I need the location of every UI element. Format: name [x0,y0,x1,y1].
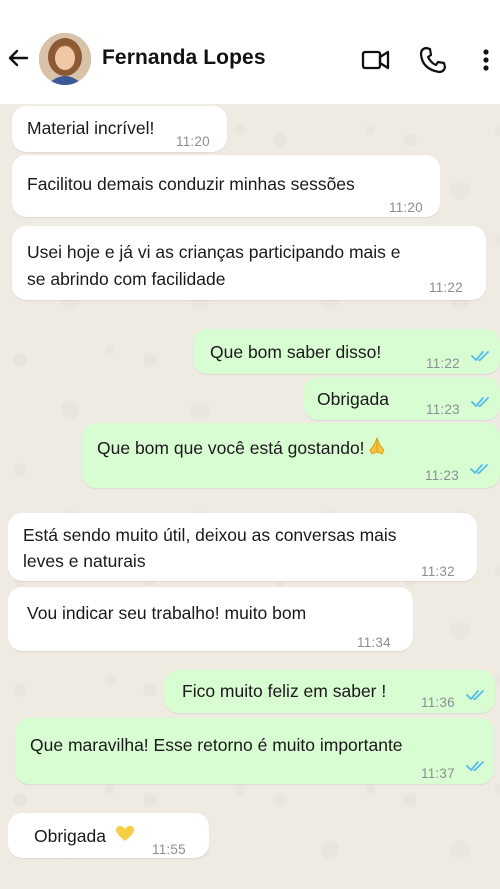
phone-icon[interactable] [418,45,448,75]
message-time: 11:22 [429,280,463,295]
message-text-line-1: Usei hoje e já vi as crianças participan… [27,242,401,262]
message-bubble-incoming[interactable]: Facilitou demais conduzir minhas sessões… [12,155,440,217]
message-time: 11:55 [152,842,186,857]
folded-hands-icon [369,436,385,455]
message-bubble-incoming[interactable]: Vou indicar seu trabalho! muito bom 11:3… [8,587,413,651]
message-text: Facilitou demais conduzir minhas sessões [27,174,355,194]
message-bubble-incoming[interactable]: Usei hoje e já vi as crianças participan… [12,226,486,300]
message-text: Fico muito feliz em saber ! [182,681,387,701]
message-bubble-outgoing[interactable]: Que maravilha! Esse retorno é muito impo… [15,718,494,784]
video-camera-icon[interactable] [361,45,391,75]
contact-name[interactable]: Fernanda Lopes [102,46,266,70]
message-time: 11:22 [426,356,460,371]
message-time: 11:36 [421,695,455,710]
message-text: Que bom saber disso! [210,342,382,362]
message-text-line-1: Está sendo muito útil, deixou as convers… [23,525,397,545]
more-vertical-icon[interactable] [476,45,496,75]
yellow-heart-icon [116,826,134,841]
read-ticks-icon [466,761,484,771]
message-bubble-incoming[interactable]: Está sendo muito útil, deixou as convers… [8,513,477,581]
avatar[interactable] [39,33,91,85]
message-time: 11:20 [389,200,423,215]
message-bubble-outgoing[interactable]: Fico muito feliz em saber ! 11:36 [164,670,495,713]
message-text: Obrigada [34,826,106,846]
message-bubble-outgoing[interactable]: Que bom saber disso! 11:22 [193,329,500,374]
message-time: 11:23 [426,402,460,417]
read-ticks-icon [466,690,484,700]
chat-header: Fernanda Lopes [0,0,500,104]
message-text-line-2: se abrindo com facilidade [27,269,226,289]
message-text: Vou indicar seu trabalho! muito bom [27,603,307,623]
read-ticks-icon [471,397,489,407]
message-time: 11:34 [357,635,391,650]
message-text: Que bom que você está gostando! [97,435,388,461]
message-time: 11:20 [176,134,210,149]
message-text: Obrigada [317,389,389,409]
message-time: 11:23 [425,468,459,483]
message-time: 11:37 [421,766,455,781]
read-ticks-icon [471,351,489,361]
message-text-line-2: leves e naturais [23,551,146,571]
message-bubble-incoming[interactable]: Material incrível! 11:20 [12,106,227,152]
message-bubble-outgoing[interactable]: Obrigada 11:23 [304,377,500,420]
message-text: Material incrível! [27,118,155,138]
read-ticks-icon [470,464,488,474]
arrow-left-icon[interactable] [6,46,30,70]
message-time: 11:32 [421,564,455,579]
message-text: Que maravilha! Esse retorno é muito impo… [30,735,403,755]
message-bubble-outgoing[interactable]: Que bom que você está gostando! 11:23 [82,423,500,488]
message-bubble-incoming[interactable]: Obrigada 11:55 [8,813,209,858]
